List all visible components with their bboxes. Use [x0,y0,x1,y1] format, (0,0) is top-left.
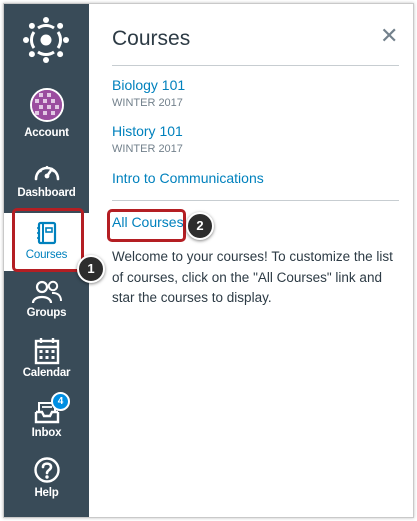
course-link[interactable]: Intro to Communications [112,170,264,186]
global-navigation: Account Dashboard Courses Groups Calenda… [4,4,89,517]
nav-item-account[interactable]: Account [4,88,89,148]
course-term: WINTER 2017 [112,97,183,109]
nav-label-help: Help [34,487,59,499]
calendar-icon [34,338,59,365]
dashboard-icon [34,165,59,181]
nav-item-calendar[interactable]: Calendar [4,337,89,397]
nav-item-inbox[interactable]: Inbox [4,396,89,456]
canvas-logo-icon[interactable] [21,15,71,65]
course-link[interactable]: Biology 101 [112,77,185,93]
step-callout-1: 1 [77,255,105,283]
nav-item-help[interactable]: Help [4,456,89,516]
inbox-unread-badge: 4 [51,392,70,411]
close-icon[interactable]: ✕ [380,23,398,49]
divider [112,200,399,201]
app-window: Account Dashboard Courses Groups Calenda… [3,3,414,518]
nav-item-groups[interactable]: Groups [4,278,89,338]
courses-tray: Courses ✕ Biology 101 WINTER 2017 Histor… [89,4,413,517]
step-callout-2: 2 [186,212,214,240]
nav-label-dashboard: Dashboard [17,187,76,199]
courses-highlight-box [12,208,84,272]
divider [112,65,399,66]
nav-label-calendar: Calendar [22,367,71,379]
course-term: WINTER 2017 [112,143,183,155]
nav-item-dashboard[interactable]: Dashboard [4,154,89,214]
groups-icon [31,280,62,304]
nav-label-inbox: Inbox [31,427,62,439]
all-courses-highlight-box [107,209,186,242]
account-avatar [29,88,64,122]
nav-label-account: Account [24,127,69,139]
welcome-message: Welcome to your courses! To customize th… [112,249,393,305]
course-link[interactable]: History 101 [112,123,183,139]
tray-title: Courses [112,27,191,50]
nav-label-groups: Groups [26,307,67,319]
avatar-pattern-icon [31,90,62,120]
help-icon [33,457,60,483]
